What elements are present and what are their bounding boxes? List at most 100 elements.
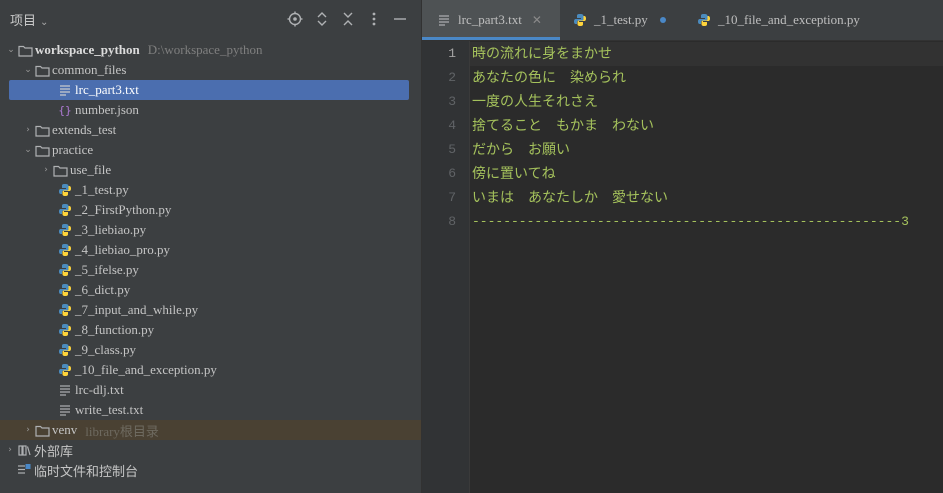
text-file-icon: [57, 402, 73, 418]
tab-1-test[interactable]: _1_test.py: [572, 0, 666, 40]
tree-item-python-file[interactable]: _10_file_and_exception.py: [0, 360, 478, 380]
tree-item-python-file[interactable]: _8_function.py: [0, 320, 478, 340]
python-file-icon: [57, 242, 73, 258]
tree-item-label: 外部库: [34, 444, 74, 460]
chevron-right-icon[interactable]: ›: [40, 164, 52, 176]
text-file-icon: [436, 12, 452, 28]
tree-item-practice[interactable]: ⌄ practice: [0, 140, 443, 160]
tab-10-file-and-exception[interactable]: _10_file_and_exception.py: [696, 0, 860, 40]
editor-tab-bar: lrc_part3.txt ✕ _1_test.py _10_file_and_…: [422, 0, 943, 41]
tree-item-external-libraries[interactable]: › 外部库: [0, 440, 425, 460]
python-file-icon: [57, 362, 73, 378]
project-view-selector[interactable]: 项目 ⌄: [10, 10, 48, 29]
tab-lrc-part3[interactable]: lrc_part3.txt ✕: [422, 0, 560, 40]
folder-icon: [34, 422, 50, 438]
tree-item-extends-test[interactable]: › extends_test: [0, 120, 443, 140]
chevron-right-icon[interactable]: ›: [22, 124, 34, 136]
tree-item-common-files[interactable]: ⌄ common_files: [0, 60, 443, 80]
collapse-all-icon[interactable]: [339, 10, 357, 28]
tree-item-use-file[interactable]: › use_file: [0, 160, 461, 180]
tree-item-path: library根目录: [85, 423, 159, 439]
line-number: 6: [448, 166, 456, 181]
tree-item-python-file[interactable]: _2_FirstPython.py: [0, 200, 478, 220]
code-line: 捨てること もかま わない: [472, 118, 654, 134]
python-file-icon: [696, 12, 712, 28]
tree-item-python-file[interactable]: _6_dict.py: [0, 280, 478, 300]
tree-item-venv[interactable]: › venv library根目录: [0, 420, 421, 440]
python-file-icon: [57, 202, 73, 218]
code-line: だから お願い: [472, 142, 570, 158]
line-number: 7: [448, 190, 456, 205]
close-icon[interactable]: ✕: [532, 13, 542, 27]
tree-item-label: common_files: [52, 62, 127, 77]
tree-item-label: use_file: [70, 162, 112, 177]
tree-item-label: _10_file_and_exception.py: [75, 362, 217, 377]
line-number: 3: [448, 94, 456, 109]
python-file-icon: [572, 12, 588, 28]
tree-item-label: 临时文件和控制台: [34, 464, 139, 480]
project-panel: 项目 ⌄ ⌄ workspace_python D:\workspace_pyth…: [0, 0, 421, 493]
text-file-icon: [57, 382, 73, 398]
tree-item-label: _8_function.py: [75, 322, 155, 337]
folder-icon: [52, 162, 68, 178]
tab-label: _1_test.py: [594, 12, 648, 27]
tree-item-python-file[interactable]: _1_test.py: [0, 180, 478, 200]
tree-item-root[interactable]: ⌄ workspace_python D:\workspace_python: [0, 40, 426, 60]
python-file-icon: [57, 342, 73, 358]
line-number: 8: [448, 214, 456, 229]
tree-item-number-json[interactable]: {} number.json: [0, 100, 478, 120]
text-file-icon: [57, 82, 73, 98]
tree-item-python-file[interactable]: _9_class.py: [0, 340, 478, 360]
minimize-icon[interactable]: [391, 10, 409, 28]
tree-item-python-file[interactable]: _7_input_and_while.py: [0, 300, 478, 320]
tab-label: _10_file_and_exception.py: [718, 12, 860, 27]
python-file-icon: [57, 222, 73, 238]
folder-icon: [34, 122, 50, 138]
locate-icon[interactable]: [286, 10, 304, 28]
tree-item-label: _6_dict.py: [75, 282, 131, 297]
code-line: ----------------------------------------…: [472, 214, 909, 229]
tree-item-label: lrc-dlj.txt: [75, 382, 124, 397]
chevron-down-icon[interactable]: ⌄: [5, 44, 17, 56]
library-icon: [16, 442, 32, 458]
tree-item-label: _7_input_and_while.py: [75, 302, 199, 317]
project-panel-header: 项目 ⌄: [0, 0, 421, 40]
tree-item-label: _5_ifelse.py: [75, 262, 139, 277]
tree-item-label: _4_liebiao_pro.py: [75, 242, 170, 257]
tree-item-label: _3_liebiao.py: [75, 222, 147, 237]
tree-item-lrc-dlj[interactable]: lrc-dlj.txt: [0, 380, 478, 400]
tree-item-label: _9_class.py: [75, 342, 137, 357]
line-number: 2: [448, 70, 456, 85]
json-file-icon: {}: [58, 103, 72, 117]
python-file-icon: [57, 262, 73, 278]
tree-item-path: D:\workspace_python: [147, 42, 263, 57]
tree-item-scratches[interactable]: 临时文件和控制台: [0, 460, 437, 480]
tree-item-label: write_test.txt: [75, 402, 144, 417]
more-options-icon[interactable]: [365, 10, 383, 28]
chevron-down-icon: ⌄: [40, 17, 49, 28]
code-line: 傍に置いてね: [472, 166, 556, 182]
chevron-right-icon[interactable]: ›: [22, 424, 34, 436]
panel-title: 项目: [10, 14, 37, 29]
tree-item-label: lrc_part3.txt: [75, 82, 139, 97]
line-number: 4: [448, 118, 456, 133]
line-number: 1: [448, 46, 456, 61]
tree-item-write-test[interactable]: write_test.txt: [0, 400, 478, 420]
modified-indicator-icon: [659, 17, 666, 23]
tree-item-python-file[interactable]: _3_liebiao.py: [0, 220, 478, 240]
chevron-right-icon[interactable]: ›: [4, 444, 16, 456]
chevron-down-icon[interactable]: ⌄: [22, 144, 34, 156]
folder-icon: [17, 42, 33, 58]
code-line: 時の流れに身をまかせ: [472, 46, 612, 62]
python-file-icon: [57, 182, 73, 198]
folder-icon: [34, 142, 50, 158]
tree-item-label: workspace_python: [35, 42, 140, 57]
line-number-gutter: 1 2 3 4 5 6 7 8: [422, 41, 470, 493]
tree-item-python-file[interactable]: _4_liebiao_pro.py: [0, 240, 478, 260]
expand-collapse-icon[interactable]: [313, 10, 331, 28]
tree-item-lrc-part3-selected[interactable]: lrc_part3.txt: [9, 80, 409, 100]
tree-item-label: extends_test: [52, 122, 117, 137]
chevron-down-icon[interactable]: ⌄: [22, 64, 34, 76]
tree-item-label: practice: [52, 142, 94, 157]
tree-item-python-file[interactable]: _5_ifelse.py: [0, 260, 478, 280]
